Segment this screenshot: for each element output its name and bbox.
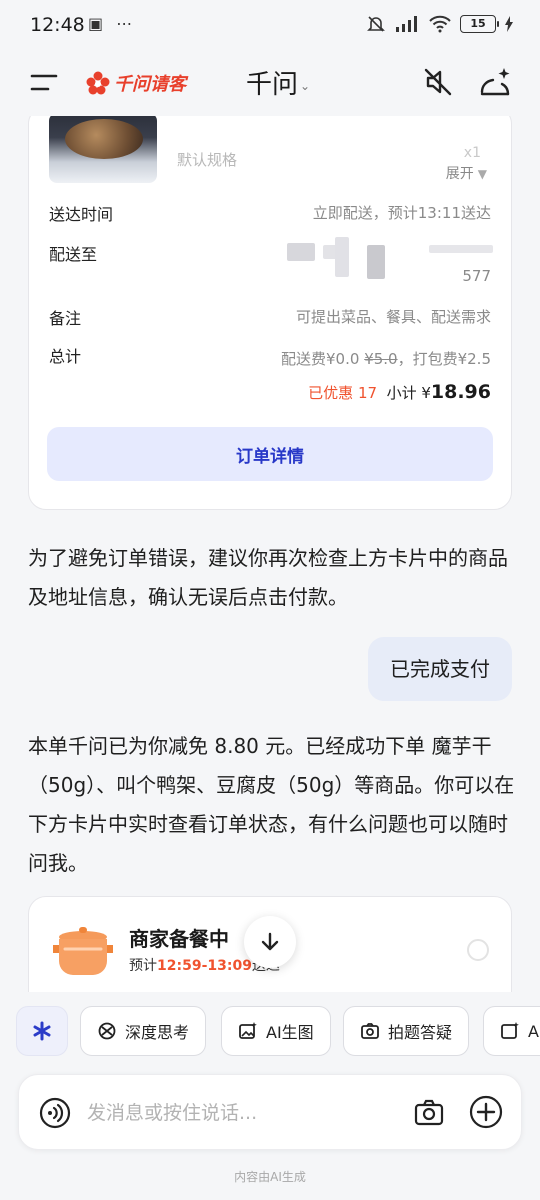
- cooking-pot-icon: [53, 927, 113, 975]
- eta-prefix: 预计: [129, 958, 157, 974]
- total-label: 总计: [49, 347, 82, 366]
- image-gen-icon: [239, 1022, 257, 1039]
- original-fee: ¥5.0: [364, 350, 398, 368]
- deep-think-icon: [98, 1022, 116, 1040]
- message-composer: [18, 1074, 522, 1150]
- spec-label: 默认规格: [177, 151, 238, 169]
- ai-edit-icon: [501, 1022, 519, 1039]
- order-detail-button[interactable]: 订单详情: [47, 427, 493, 481]
- message-input[interactable]: [87, 1097, 387, 1129]
- charging-icon: [505, 16, 513, 32]
- ai-more-chip[interactable]: AI: [483, 1006, 540, 1056]
- notification-icons: ▣ ⋯: [88, 14, 137, 33]
- subtotal-value: 18.96: [430, 381, 491, 403]
- packing-fee: ，打包费¥2.5: [397, 350, 491, 368]
- expand-label: 展开: [445, 166, 474, 182]
- order-confirm-card: 默认规格 x1 展开 ▼ 送达时间 立即配送，预计13:11送达 配送至 577 …: [28, 116, 512, 510]
- battery-icon: 15: [460, 15, 499, 33]
- mute-bell-icon: [367, 16, 385, 32]
- chip-label: 深度思考: [125, 1023, 190, 1042]
- wifi-icon: [429, 15, 451, 33]
- ai-image-chip[interactable]: AI生图: [221, 1006, 331, 1056]
- remark-label[interactable]: 备注: [49, 305, 81, 329]
- deep-thinking-chip[interactable]: 深度思考: [80, 1006, 207, 1056]
- loading-spinner-icon: [467, 939, 489, 961]
- chip-label: AI: [528, 1021, 540, 1041]
- quick-actions-bar: 深度思考 AI生图 拍题答疑 AI: [0, 1006, 540, 1058]
- expand-button[interactable]: 展开 ▼: [446, 163, 487, 183]
- chip-label: 拍题答疑: [388, 1023, 453, 1042]
- model-selector[interactable]: 千问 ⌄: [246, 64, 310, 101]
- assistant-message: 本单千问已为你减免 8.80 元。已经成功下单 魔芋干（50g）、叫个鸭架、豆腐…: [28, 734, 515, 875]
- deliver-to-label: 配送至: [49, 245, 98, 264]
- app-header: 千问请客 千问 ⌄: [0, 52, 540, 116]
- plus-circle-icon[interactable]: [469, 1095, 503, 1129]
- logo-text: 千问请客: [114, 74, 186, 95]
- delivery-time-value: 立即配送，预计13:11送达: [312, 204, 491, 222]
- masked-address: [367, 245, 385, 279]
- fee-breakdown: 配送费¥0.0 ¥5.0，打包费¥2.5: [281, 348, 491, 369]
- arrow-down-icon: [261, 932, 279, 951]
- user-message-bubble: 已完成支付: [368, 637, 512, 701]
- subtotal-label: 小计 ¥: [386, 384, 431, 402]
- discount-amount: 已优惠 17: [308, 384, 378, 402]
- triangle-down-icon: ▼: [477, 167, 487, 181]
- new-chat-sparkle-icon[interactable]: [476, 62, 516, 102]
- food-image: [49, 116, 157, 183]
- status-time: 12:48: [30, 14, 85, 36]
- masked-address: [287, 243, 315, 261]
- camera-icon[interactable]: [413, 1097, 445, 1129]
- chip-label: AI生图: [266, 1023, 314, 1042]
- eta-time-range: 12:59-13:09: [157, 958, 252, 974]
- qianwen-treat-logo[interactable]: 千问请客: [86, 68, 186, 98]
- remark-value[interactable]: 可提出菜品、餐具、配送需求: [296, 306, 491, 327]
- scroll-to-bottom-button[interactable]: [244, 916, 296, 968]
- voice-input-icon[interactable]: [39, 1097, 71, 1129]
- camera-icon: [361, 1023, 379, 1039]
- ai-disclaimer: 内容由AI生成: [234, 1170, 306, 1184]
- logo-flower-icon: [86, 71, 110, 95]
- price-summary: 已优惠 17 小计 ¥18.96: [308, 381, 491, 403]
- page-title: 千问: [246, 70, 299, 100]
- asterisk-icon: [33, 1021, 51, 1041]
- delivery-fee: 配送费¥0.0: [281, 350, 360, 368]
- asterisk-tools-chip[interactable]: [16, 1006, 68, 1056]
- assistant-message: 为了避免订单错误，建议你再次检查上方卡片中的商品及地址信息，确认无误后点击付款。: [28, 546, 508, 609]
- status-right-icons: 15: [366, 14, 514, 34]
- masked-address: [335, 237, 349, 277]
- order-status-title: 商家备餐中: [129, 927, 229, 951]
- masked-address: [429, 245, 493, 253]
- photo-answer-chip[interactable]: 拍题答疑: [343, 1006, 470, 1056]
- chevron-down-icon: ⌄: [300, 78, 311, 93]
- speaker-muted-icon[interactable]: [420, 64, 456, 100]
- chat-scroll-area[interactable]: 默认规格 x1 展开 ▼ 送达时间 立即配送，预计13:11送达 配送至 577 …: [0, 116, 540, 992]
- status-bar: 12:48 ▣ ⋯ 15: [0, 0, 540, 52]
- delivery-time-label: 送达时间: [49, 205, 114, 224]
- deliver-to-suffix: 577: [462, 267, 491, 285]
- menu-icon[interactable]: [30, 72, 58, 94]
- signal-icon: [396, 16, 417, 32]
- item-quantity: x1: [463, 145, 481, 161]
